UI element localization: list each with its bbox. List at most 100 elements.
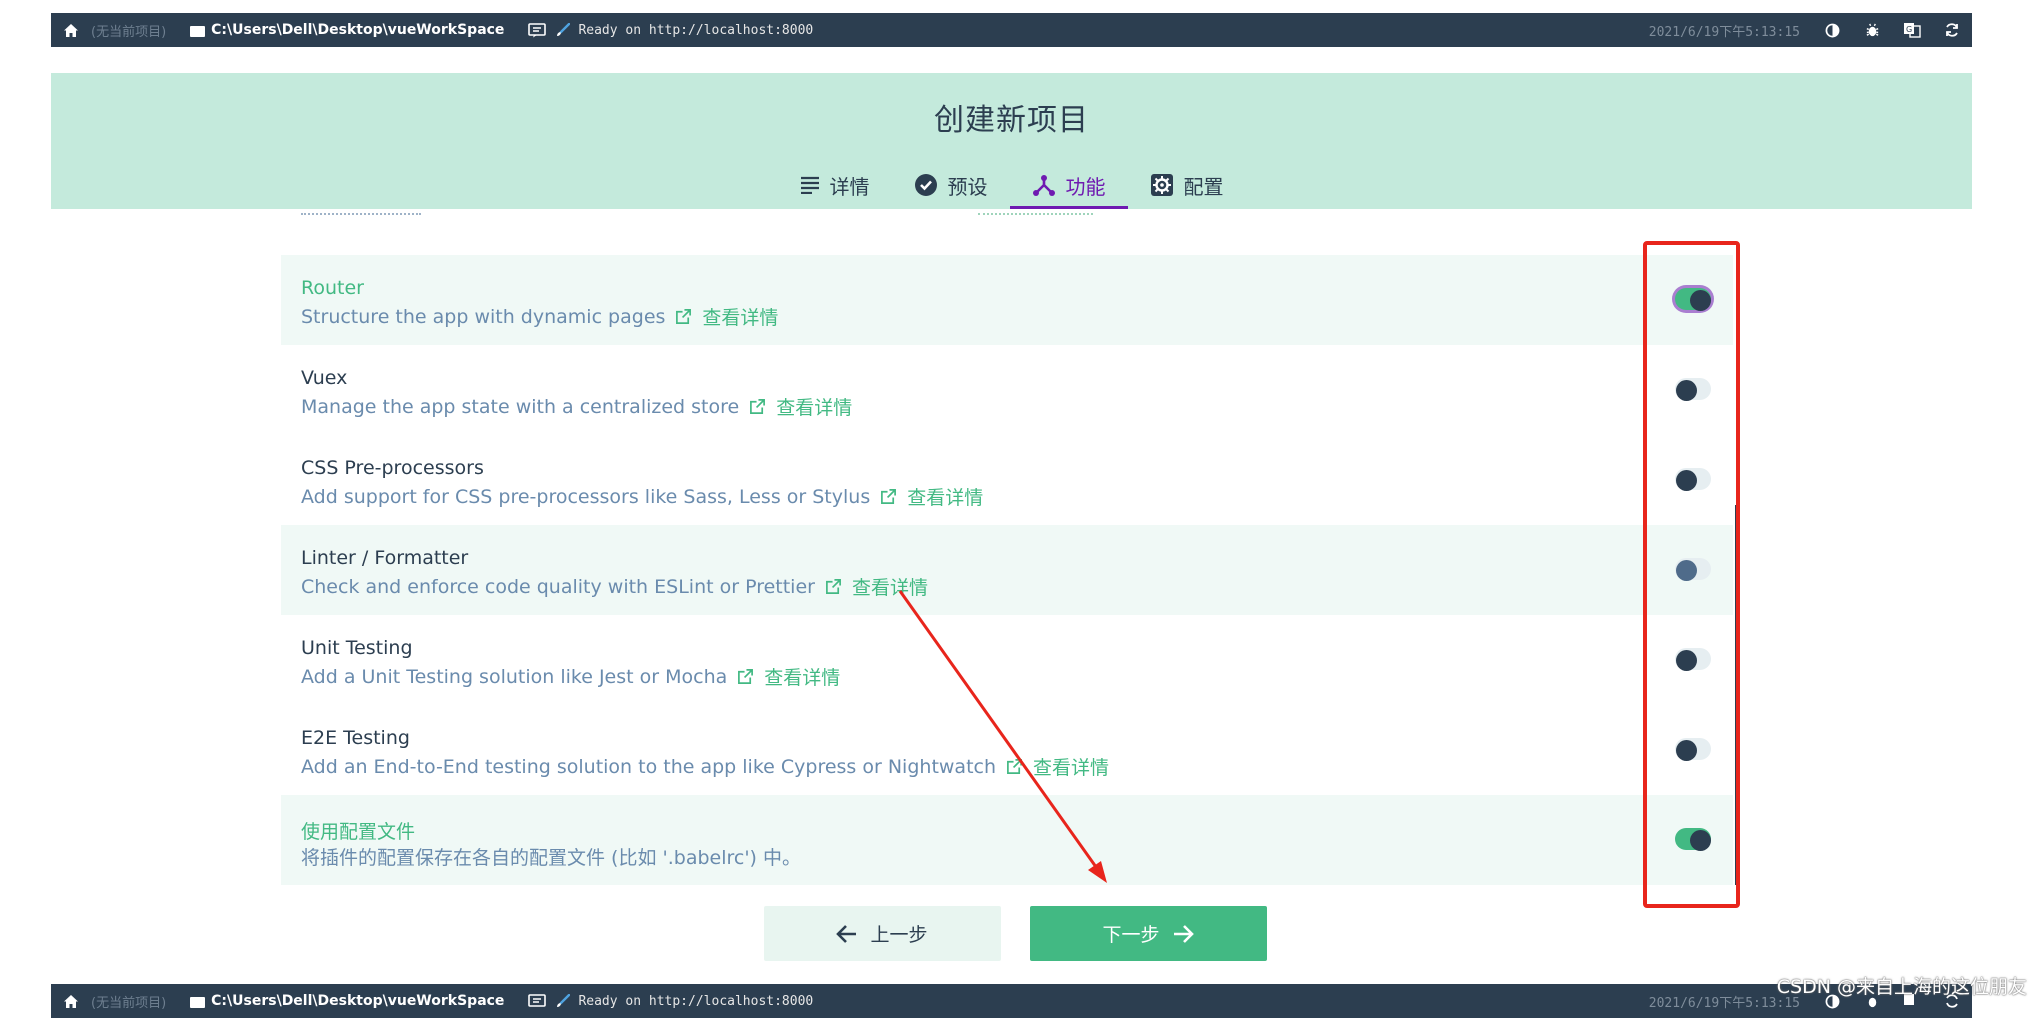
current-path-label: C:\Users\Dell\Desktop\vueWorkSpace [211,22,505,38]
feature-desc: Structure the app with dynamic pages 查看详… [301,303,778,330]
fork-icon [1032,175,1055,196]
more-info-label: 查看详情 [851,577,928,599]
next-button-label: 下一步 [1102,924,1160,946]
feature-desc-text: Manage the app state with a centralized … [301,395,740,418]
folder-icon [190,996,206,1008]
current-path-button[interactable]: C:\Users\Dell\Desktop\vueWorkSpace [178,984,516,1018]
external-link-icon [738,669,754,684]
external-link-icon [881,489,897,504]
report-bug-button[interactable] [1852,13,1892,47]
tab-features[interactable]: 功能 [1009,161,1128,209]
external-link-icon [750,399,766,414]
more-info-label: 查看详情 [776,397,853,419]
dark-mode-button[interactable] [1812,13,1852,47]
feature-name: Router [301,277,364,299]
home-icon [64,23,78,37]
more-info-link[interactable]: 查看详情 [1006,753,1109,780]
partial-link [978,209,1093,215]
console-icon [528,22,547,37]
feature-name: Linter / Formatter [301,547,469,569]
more-info-label: 查看详情 [1033,757,1110,779]
external-link-icon [1007,759,1022,774]
refresh-button[interactable] [1932,13,1972,47]
partial-text [301,209,421,215]
feature-row-config-files[interactable]: 使用配置文件 将插件的配置保存在各自的配置文件 (比如 '.babelrc') … [281,795,1733,885]
log-message: Ready on http://localhost:8000 [578,22,814,38]
feature-row-css-preprocessors[interactable]: CSS Pre-processors Add support for CSS p… [281,435,1733,525]
brush-icon [557,994,571,1007]
feature-name: Vuex [301,367,348,389]
home-icon [64,994,78,1008]
list-icon [800,176,819,194]
feature-row-vuex[interactable]: Vuex Manage the app state with a central… [281,345,1733,435]
translate-icon: G [1904,23,1921,38]
tab-presets[interactable]: 预设 [892,161,1010,209]
feature-desc-text: Structure the app with dynamic pages [301,305,666,328]
feature-row-router[interactable]: Router Structure the app with dynamic pa… [281,255,1733,345]
gear-icon [1150,174,1173,196]
console-icon [528,993,547,1007]
translate-button[interactable]: G [1892,13,1932,47]
page-header: 创建新项目 详情 预设 功能 配置 [51,73,1972,209]
arrow-left-icon [836,924,857,943]
svg-text:G: G [1906,25,1912,34]
feature-desc: 将插件的配置保存在各自的配置文件 (比如 '.babelrc') 中。 [301,843,801,870]
status-bar-bottom: (无当前项目) C:\Users\Dell\Desktop\vueWorkSpa… [51,984,1972,1018]
current-project-label[interactable]: (无当前项目) [91,984,178,1018]
status-datetime: 2021/6/19下午5:13:15 [1648,24,1800,40]
feature-list: Router Structure the app with dynamic pa… [281,209,1733,887]
current-path-button[interactable]: C:\Users\Dell\Desktop\vueWorkSpace [178,13,516,47]
bug-icon [1866,23,1878,36]
more-info-label: 查看详情 [907,487,984,509]
feature-desc-text: 将插件的配置保存在各自的配置文件 (比如 '.babelrc') 中。 [301,847,802,869]
feature-name: CSS Pre-processors [301,457,484,479]
feature-desc-text: Add support for CSS pre-processors like … [301,485,871,508]
feature-row-unit-testing[interactable]: Unit Testing Add a Unit Testing solution… [281,615,1733,705]
home-button[interactable] [51,984,91,1018]
home-button[interactable] [51,13,91,47]
feature-desc: Add a Unit Testing solution like Jest or… [301,663,840,690]
more-info-link[interactable]: 查看详情 [880,483,983,510]
current-path-label: C:\Users\Dell\Desktop\vueWorkSpace [211,993,505,1009]
tab-config-label: 配置 [1183,174,1224,199]
feature-desc: Add an End-to-End testing solution to th… [301,753,1109,780]
brush-icon [557,23,571,36]
more-info-label: 查看详情 [764,667,841,689]
tab-presets-label: 预设 [947,174,988,199]
feature-desc-text: Add a Unit Testing solution like Jest or… [301,665,728,688]
contrast-icon [1825,23,1839,37]
feature-name: 使用配置文件 [301,821,416,843]
arrow-right-icon [1173,924,1194,943]
annotation-highlight-box [1643,241,1740,908]
tab-config[interactable]: 配置 [1128,161,1246,209]
more-info-link[interactable]: 查看详情 [737,663,840,690]
external-link-icon [676,309,692,324]
tab-details[interactable]: 详情 [778,161,892,209]
more-info-link[interactable]: 查看详情 [675,303,778,330]
feature-desc: Manage the app state with a centralized … [301,393,852,420]
feature-row-partial [281,209,1733,255]
feature-desc-text: Check and enforce code quality with ESLi… [301,575,815,598]
folder-icon [190,25,206,37]
log-button[interactable]: Ready on http://localhost:8000 [516,984,825,1018]
log-message: Ready on http://localhost:8000 [578,993,814,1009]
previous-button-label: 上一步 [870,924,928,946]
current-project-label[interactable]: (无当前项目) [91,13,178,47]
log-button[interactable]: Ready on http://localhost:8000 [516,13,825,47]
previous-button[interactable]: 上一步 [763,906,1001,961]
more-info-link[interactable]: 查看详情 [749,393,852,420]
feature-desc: Check and enforce code quality with ESLi… [301,573,928,600]
external-link-icon [826,579,841,594]
feature-row-e2e-testing[interactable]: E2E Testing Add an End-to-End testing so… [281,705,1733,795]
step-tabs: 详情 预设 功能 配置 [51,161,1972,209]
tab-features-label: 功能 [1065,174,1106,199]
feature-desc: Add support for CSS pre-processors like … [301,483,983,510]
tab-details-label: 详情 [829,174,870,199]
next-button[interactable]: 下一步 [1029,906,1267,961]
more-info-link[interactable]: 查看详情 [825,573,928,600]
feature-name: E2E Testing [301,727,410,749]
feature-desc-text: Add an End-to-End testing solution to th… [301,755,997,778]
feature-row-linter[interactable]: Linter / Formatter Check and enforce cod… [281,525,1733,615]
page-title: 创建新项目 [934,103,1089,138]
check-circle-icon [914,174,937,196]
